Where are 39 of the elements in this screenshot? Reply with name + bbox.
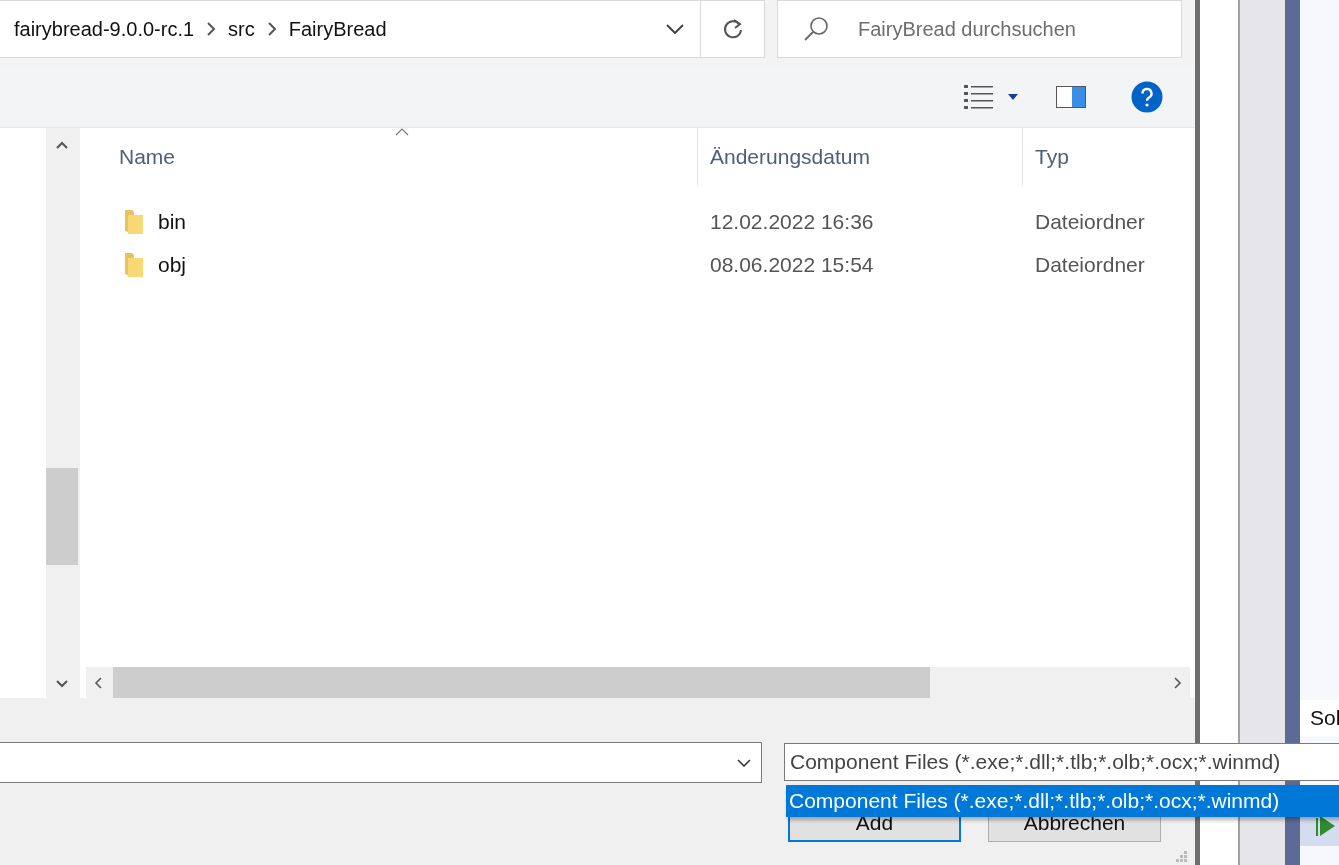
breadcrumb-item[interactable]: fairybread-9.0.0-rc.1: [14, 14, 195, 44]
view-options-button[interactable]: [964, 83, 1018, 110]
scrollbar-thumb[interactable]: [113, 667, 930, 698]
breadcrumb-item[interactable]: FairyBread: [288, 14, 387, 44]
file-type: Dateiordner: [1034, 252, 1145, 276]
scrollbar-thumb[interactable]: [46, 468, 78, 565]
column-header[interactable]: Name: [80, 128, 698, 186]
file-type-dropdown[interactable]: Component Files (*.exe;*.dll;*.tlb;*.olb;*.ocx;*.winmd): [784, 743, 1339, 781]
sort-ascending-icon: [395, 128, 409, 136]
play-icon[interactable]: [1316, 815, 1336, 837]
refresh-icon: [721, 18, 744, 40]
chevron-right-icon: [206, 22, 217, 36]
preview-pane-button[interactable]: [1056, 85, 1086, 108]
chevron-right-icon: [266, 22, 277, 36]
file-name[interactable]: bin: [158, 205, 187, 238]
scroll-right-icon[interactable]: [1174, 676, 1182, 689]
folder-icon: [124, 208, 144, 235]
file-name[interactable]: obj: [158, 248, 187, 281]
vertical-scrollbar[interactable]: [46, 128, 78, 698]
horizontal-scrollbar[interactable]: [86, 667, 1190, 698]
date-modified: 08.06.2022 15:54: [709, 252, 874, 276]
scroll-up-icon[interactable]: [56, 141, 68, 149]
date-modified: 12.02.2022 16:36: [709, 209, 874, 233]
scroll-down-icon[interactable]: [56, 680, 68, 688]
help-button[interactable]: [1131, 80, 1163, 113]
panel-title: Sol: [1300, 700, 1339, 736]
search-field[interactable]: FairyBread durchsuchen: [777, 0, 1182, 58]
chevron-down-icon: [666, 24, 684, 34]
folder-icon: [124, 251, 144, 278]
address-bar[interactable]: fairybread-9.0.0-rc.1 src FairyBread: [0, 0, 765, 58]
caret-icon: [1008, 93, 1018, 100]
resize-grip-icon[interactable]: [1175, 851, 1187, 863]
column-header[interactable]: Änderungsdatum: [698, 128, 1023, 186]
breadcrumb-item[interactable]: src: [228, 14, 255, 44]
scroll-left-icon[interactable]: [94, 676, 102, 689]
file-type: Dateiordner: [1034, 209, 1145, 233]
dropdown-option[interactable]: Component Files (*.exe;*.dll;*.tlb;*.olb;*.ocx;*.winmd): [786, 785, 1339, 817]
file-name-field[interactable]: [0, 742, 762, 783]
column-header[interactable]: Typ: [1023, 128, 1195, 186]
